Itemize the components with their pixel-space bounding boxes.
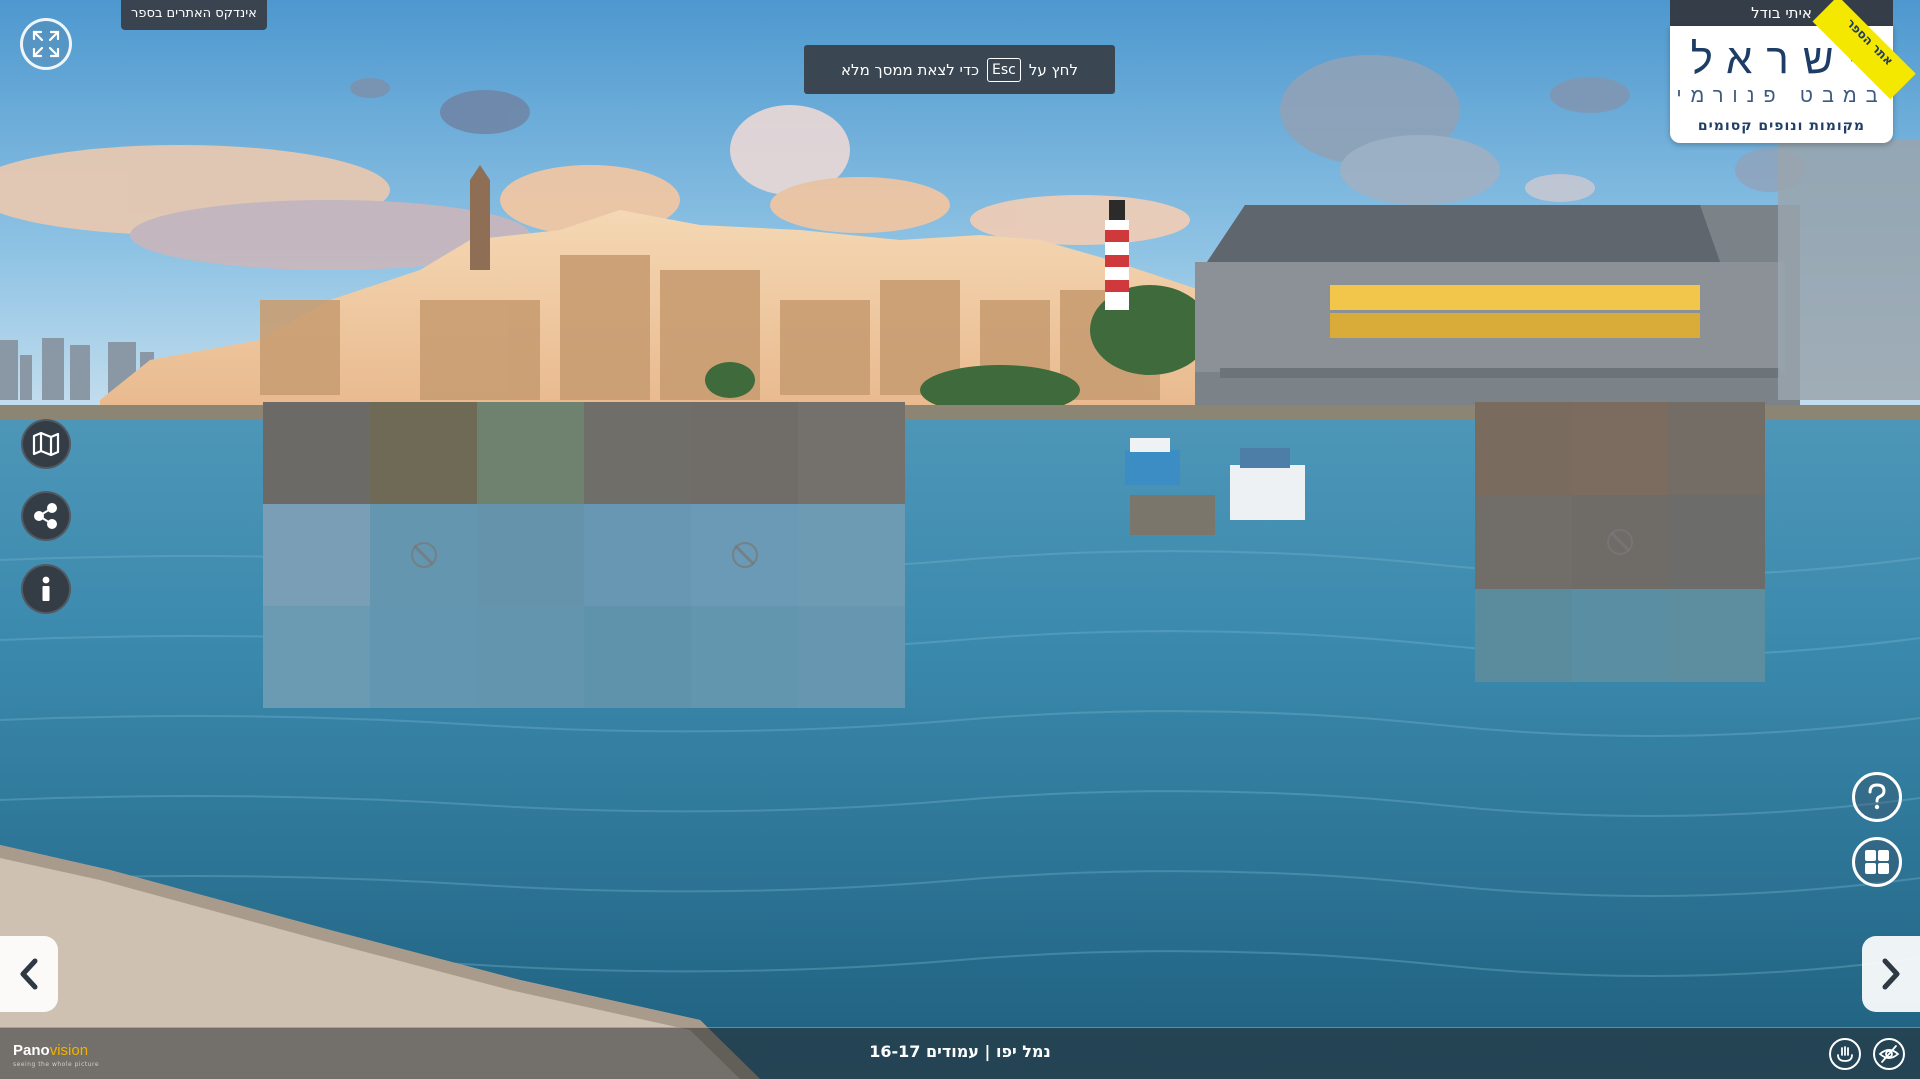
tile bbox=[691, 402, 798, 504]
image-tile-panel-right bbox=[1475, 402, 1765, 682]
blocked-icon bbox=[1606, 528, 1633, 555]
tile bbox=[370, 606, 477, 708]
tile bbox=[263, 402, 370, 504]
tile bbox=[477, 606, 584, 708]
tile bbox=[263, 606, 370, 708]
tile bbox=[1571, 495, 1669, 589]
tile bbox=[477, 504, 584, 606]
tile bbox=[691, 504, 798, 606]
tile bbox=[584, 606, 691, 708]
map-button[interactable] bbox=[21, 419, 71, 469]
info-button[interactable] bbox=[21, 564, 71, 614]
panorama-caption: נמל יפו | עמודים 16-17 bbox=[869, 1042, 1051, 1061]
share-icon bbox=[34, 503, 57, 529]
logo-subtitle: במבט פנורמי bbox=[1676, 83, 1887, 107]
sites-index-button[interactable]: אינדקס האתרים בספר bbox=[121, 0, 267, 30]
tile bbox=[1475, 588, 1572, 682]
chevron-left-icon bbox=[20, 958, 38, 990]
next-panorama-button[interactable] bbox=[1862, 936, 1920, 1012]
tile bbox=[798, 606, 905, 708]
tile bbox=[798, 402, 905, 504]
sites-index-label: אינדקס האתרים בספר bbox=[131, 6, 257, 21]
right-edge-panel bbox=[1778, 140, 1920, 400]
tile bbox=[1475, 495, 1572, 589]
image-tile-panel-left bbox=[263, 402, 905, 708]
tile bbox=[263, 504, 370, 606]
tile bbox=[691, 606, 798, 708]
help-icon bbox=[1868, 783, 1886, 810]
esc-notice-before: לחץ על bbox=[1028, 60, 1078, 79]
gyro-icon bbox=[1837, 1046, 1853, 1062]
share-button[interactable] bbox=[21, 491, 71, 541]
grid-icon bbox=[1865, 850, 1889, 874]
info-icon bbox=[42, 576, 50, 601]
bottom-bar: Panovision seeing the whole picture נמל … bbox=[0, 1027, 1920, 1079]
tile bbox=[477, 402, 584, 504]
tile bbox=[1475, 402, 1572, 496]
blocked-icon bbox=[731, 542, 758, 568]
tile bbox=[370, 504, 477, 606]
thumbnails-button[interactable] bbox=[1852, 837, 1902, 887]
tile bbox=[1668, 588, 1765, 682]
tile bbox=[1571, 588, 1669, 682]
logo-tagline: מקומות ונופים קסומים bbox=[1697, 118, 1866, 134]
tile bbox=[1668, 495, 1765, 589]
blocked-icon bbox=[410, 542, 437, 568]
tile bbox=[1668, 402, 1765, 496]
hide-hotspots-button[interactable] bbox=[1873, 1038, 1905, 1070]
tile bbox=[370, 402, 477, 504]
esc-key-label: Esc bbox=[987, 57, 1021, 82]
tile bbox=[798, 504, 905, 606]
gyro-button[interactable] bbox=[1829, 1038, 1861, 1070]
map-icon bbox=[32, 431, 60, 457]
fullscreen-button[interactable] bbox=[20, 18, 72, 70]
tile bbox=[584, 504, 691, 606]
expand-icon bbox=[32, 30, 60, 58]
help-button[interactable] bbox=[1852, 772, 1902, 822]
chevron-right-icon bbox=[1882, 958, 1900, 990]
esc-notice-after: כדי לצאת ממסך מלא bbox=[841, 60, 980, 79]
previous-panorama-button[interactable] bbox=[0, 936, 58, 1012]
eye-off-icon bbox=[1878, 1045, 1900, 1063]
tile bbox=[584, 402, 691, 504]
tile bbox=[1571, 402, 1669, 496]
fullscreen-exit-notice: לחץ על Esc כדי לצאת ממסך מלא bbox=[804, 45, 1115, 94]
brand-tagline: seeing the whole picture bbox=[13, 1061, 100, 1068]
